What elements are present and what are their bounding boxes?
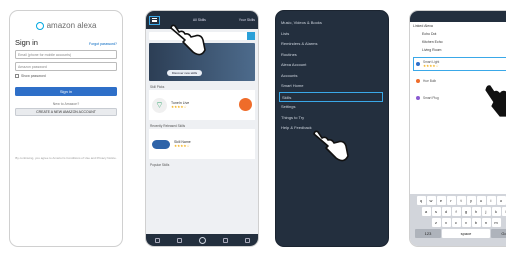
menu-item-settings[interactable]: Settings [281, 102, 383, 113]
signin-button[interactable]: Sign in [15, 87, 117, 96]
list-item[interactable]: Kitchen Echo [410, 38, 506, 46]
signin-screen: amazon alexa Sign in Forgot password? Em… [9, 10, 123, 247]
key[interactable]: z [431, 218, 441, 227]
key[interactable]: t [456, 196, 466, 205]
key[interactable]: j [481, 207, 491, 216]
page-title: Sign in [15, 38, 38, 47]
keyboard-row: asdfghjkl [412, 207, 506, 216]
keyboard-row: 123 space Go [412, 229, 506, 238]
list-item[interactable]: Living Room [410, 46, 506, 54]
alexa-button-icon[interactable] [198, 236, 206, 244]
device-list-header: Linked Alexa [413, 24, 433, 28]
key[interactable]: o [496, 196, 506, 205]
section-label: Popular Skills [150, 163, 170, 167]
key[interactable]: k [491, 207, 501, 216]
tab-your-skills[interactable]: Your Skills [239, 18, 255, 22]
music-icon[interactable] [222, 237, 228, 243]
key[interactable]: a [421, 207, 431, 216]
key[interactable]: h [471, 207, 481, 216]
password-field[interactable]: Amazon password [15, 62, 117, 71]
bottom-nav [146, 234, 258, 246]
return-key[interactable]: Go [491, 229, 506, 238]
space-key[interactable]: space [442, 229, 490, 238]
hero-button[interactable]: Discover new skills [167, 70, 202, 76]
pointing-hand-icon [313, 130, 349, 162]
create-account-button[interactable]: CREATE A NEW AMAZON ACCOUNT [15, 108, 117, 116]
skill-logo-icon [239, 98, 252, 111]
key[interactable]: f [451, 207, 461, 216]
key[interactable]: v [461, 218, 471, 227]
device-rating: ★★★★☆ [423, 64, 439, 68]
menu-item-accounts[interactable]: Accounts [281, 71, 383, 82]
skill-rating: ★★★★☆ [174, 144, 190, 148]
activity-icon[interactable] [176, 237, 182, 243]
skill-card[interactable]: ⌔ TuneIn Live ★★★★☆ [149, 90, 255, 120]
list-item[interactable]: Echo Dot [410, 30, 506, 38]
devices-icon[interactable] [244, 237, 250, 243]
home-icon[interactable] [154, 237, 160, 243]
alexa-logo: amazon alexa [10, 21, 122, 30]
menu-item-reminders[interactable]: Reminders & Alarms [281, 39, 383, 50]
menu-item-smart-home[interactable]: Smart Home [281, 81, 383, 92]
side-menu: Music, Videos & Books Lists Reminders & … [276, 11, 388, 134]
menu-icon[interactable] [149, 15, 160, 25]
section-label: Skill Picks [150, 85, 165, 89]
logo-text: amazon alexa [46, 21, 97, 30]
key[interactable]: b [471, 218, 481, 227]
device-selected[interactable]: Smart Light ★★★★☆ [413, 57, 506, 71]
skill-rating: ★★★★☆ [171, 105, 187, 109]
search-icon[interactable] [247, 32, 255, 40]
menu-item-music[interactable]: Music, Videos & Books [281, 18, 383, 29]
section-label: Recently Released Skills [150, 124, 186, 128]
key[interactable]: n [481, 218, 491, 227]
device-name: Hue Bulb [423, 79, 437, 83]
key[interactable]: i [486, 196, 496, 205]
device-name: Smart Plug [423, 96, 439, 100]
new-account-label: New to Amazon? [52, 102, 80, 106]
show-password-label: Show password [21, 74, 46, 78]
skill-logo-icon [152, 139, 170, 149]
wifi-icon: ⌔ [152, 97, 167, 113]
device-icon [416, 62, 420, 66]
key[interactable]: m [491, 218, 501, 227]
menu-item-things-to-try[interactable]: Things to Try [281, 113, 383, 124]
legal-text: By continuing, you agree to Amazon's Con… [15, 156, 117, 160]
key[interactable]: u [476, 196, 486, 205]
key[interactable]: w [426, 196, 436, 205]
keyboard-row: zxcvbnm [412, 218, 506, 227]
device-icon [416, 96, 420, 100]
on-screen-keyboard[interactable]: qwertyuiop asdfghjkl zxcvbnm 123 space G… [410, 194, 506, 246]
email-field[interactable]: Email (phone for mobile accounts) [15, 50, 117, 59]
menu-item-routines[interactable]: Routines [281, 50, 383, 61]
show-password-checkbox[interactable] [15, 74, 19, 78]
key[interactable]: q [416, 196, 426, 205]
devices-screen: Linked Alexa Echo Dot Kitchen Echo Livin… [409, 10, 506, 247]
alexa-ring-icon [35, 21, 44, 30]
key[interactable]: c [451, 218, 461, 227]
skill-card[interactable]: Skill Name ★★★★☆ [149, 129, 255, 159]
device-icon [416, 79, 420, 83]
forgot-password-link[interactable]: Forgot password? [89, 42, 117, 46]
key[interactable]: y [466, 196, 476, 205]
pointing-hand-icon [485, 85, 506, 117]
app-bar [410, 11, 506, 22]
key[interactable]: l [501, 207, 506, 216]
menu-item-alexa-account[interactable]: Alexa Account [281, 60, 383, 71]
key[interactable]: d [441, 207, 451, 216]
key[interactable]: r [446, 196, 456, 205]
numbers-key[interactable]: 123 [415, 229, 441, 238]
key[interactable]: e [436, 196, 446, 205]
key[interactable]: s [431, 207, 441, 216]
menu-item-skills[interactable]: Skills [279, 91, 383, 102]
menu-item-lists[interactable]: Lists [281, 29, 383, 40]
keyboard-row: qwertyuiop [412, 196, 506, 205]
key[interactable]: x [441, 218, 451, 227]
pointing-hand-icon [170, 24, 206, 56]
key[interactable]: g [461, 207, 471, 216]
